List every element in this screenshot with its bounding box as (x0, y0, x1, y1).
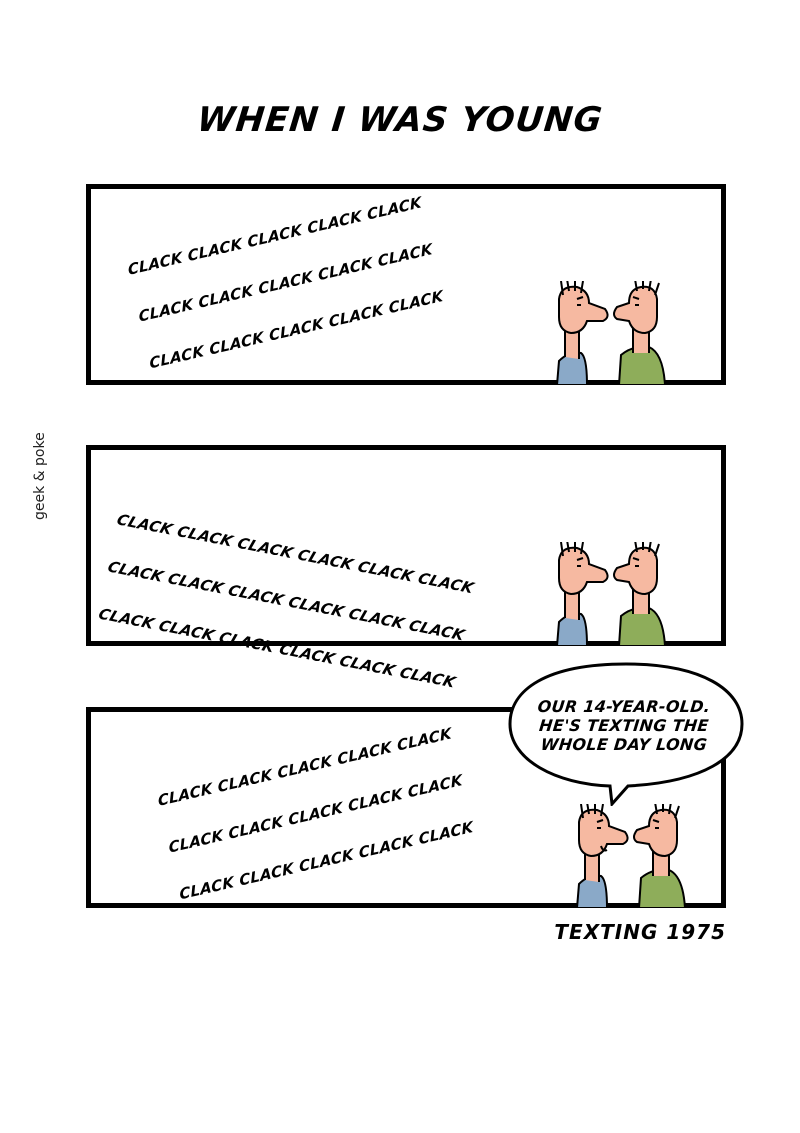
clack-sound-text: CLACK CLACK CLACK CLACK CLACK CLACK CLAC… (119, 163, 452, 402)
speech-bubble-text: OUR 14-YEAR-OLD. HE'S TEXTING THE WHOLE … (514, 697, 734, 754)
comic-panel-1: CLACK CLACK CLACK CLACK CLACK CLACK CLAC… (86, 184, 726, 385)
speech-line: OUR 14-YEAR-OLD. (536, 697, 712, 716)
two-men-illustration (555, 281, 667, 385)
clack-sound-text: CLACK CLACK CLACK CLACK CLACK CLACK CLAC… (149, 694, 482, 933)
speech-line: HE'S TEXTING THE (538, 716, 710, 735)
speech-line: WHOLE DAY LONG (539, 735, 709, 754)
artist-signature: geek & poke (32, 432, 48, 520)
comic-title: WHEN I WAS YOUNG (195, 100, 605, 140)
comic-caption: TEXTING 1975 (554, 920, 726, 944)
left-man (555, 281, 609, 385)
right-man (633, 804, 687, 908)
two-men-illustration (575, 804, 687, 908)
two-men-illustration (555, 542, 667, 646)
comic-panel-2: CLACK CLACK CLACK CLACK CLACK CLACK CLAC… (86, 445, 726, 691)
right-man (613, 542, 667, 646)
left-man-talking (575, 804, 629, 908)
right-man (613, 281, 667, 385)
clack-sound-text: CLACK CLACK CLACK CLACK CLACK CLACK CLAC… (91, 480, 481, 722)
left-man (555, 542, 609, 646)
